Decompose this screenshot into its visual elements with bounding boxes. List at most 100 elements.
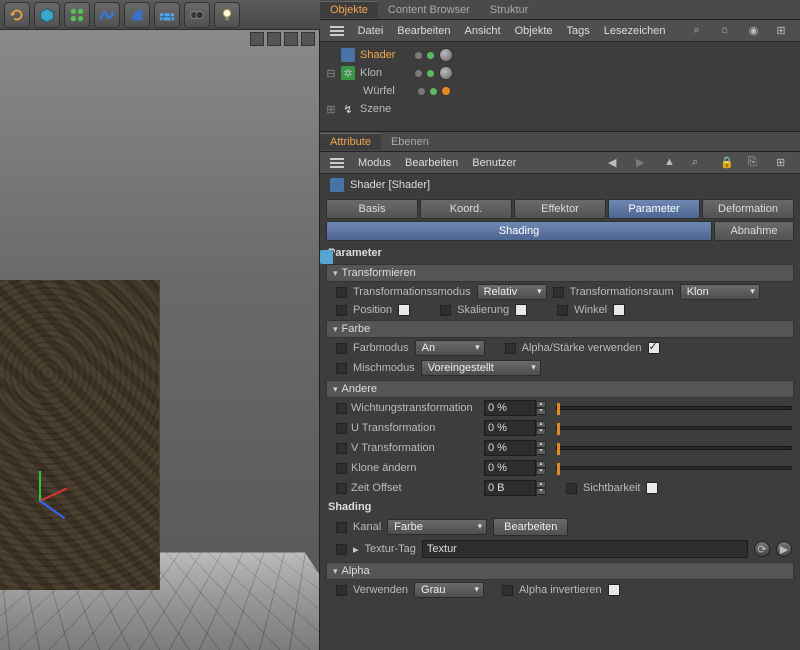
visibility-dot[interactable] [415, 70, 422, 77]
nav-back-icon[interactable]: ◀ [608, 156, 622, 170]
group-andere[interactable]: Andere [326, 380, 794, 398]
viewport[interactable] [0, 30, 320, 650]
menu-datei[interactable]: Datei [358, 25, 384, 37]
tree-item-szene[interactable]: ⊞ ↯ Szene [326, 100, 794, 118]
checkbox-sicht[interactable] [646, 482, 658, 494]
viewport-ctrl-icon[interactable] [250, 32, 264, 46]
spinner-down-icon[interactable]: ▾ [536, 428, 546, 435]
deformer-icon[interactable] [94, 2, 120, 28]
axis-gizmo[interactable] [10, 470, 70, 530]
cube-primitive-icon[interactable] [34, 2, 60, 28]
anim-dot[interactable] [566, 483, 577, 494]
anim-dot[interactable] [336, 585, 347, 596]
slider-handle[interactable] [557, 463, 560, 475]
anim-dot[interactable] [336, 522, 347, 533]
checkbox-skalierung[interactable] [515, 304, 527, 316]
viewport-ctrl-icon[interactable] [267, 32, 281, 46]
menu-tags[interactable]: Tags [567, 25, 590, 37]
select-transmodus[interactable]: Relativ [477, 284, 547, 300]
input-number[interactable]: ▴▾ [484, 420, 546, 436]
nav-up-icon[interactable]: ▲ [664, 156, 678, 170]
array-icon[interactable] [64, 2, 90, 28]
goto-icon[interactable]: ▶ [776, 541, 792, 557]
anim-dot[interactable] [505, 343, 516, 354]
anim-dot[interactable] [336, 443, 347, 454]
undo-icon[interactable] [4, 2, 30, 28]
mode-shading[interactable]: Shading [326, 221, 712, 241]
visibility-dot[interactable] [415, 52, 422, 59]
anim-dot[interactable] [336, 305, 347, 316]
camera-icon[interactable] [184, 2, 210, 28]
input-textur-tag[interactable] [422, 540, 748, 558]
anim-dot[interactable] [336, 423, 347, 434]
input-zeit[interactable]: ▴▾ [484, 480, 546, 496]
hamburger-icon[interactable] [330, 158, 344, 168]
checkbox-winkel[interactable] [613, 304, 625, 316]
tab-objekte[interactable]: Objekte [320, 1, 378, 18]
mode-deformation[interactable]: Deformation [702, 199, 794, 219]
anim-dot[interactable] [336, 343, 347, 354]
material-swatch-icon[interactable] [439, 48, 453, 62]
anim-dot[interactable] [557, 305, 568, 316]
mode-parameter[interactable]: Parameter [608, 199, 700, 219]
tab-attribute[interactable]: Attribute [320, 133, 381, 150]
render-dot[interactable] [427, 70, 434, 77]
render-dot[interactable] [427, 52, 434, 59]
tree-item-klon[interactable]: ⊟ ✲ Klon [326, 64, 794, 82]
tab-content-browser[interactable]: Content Browser [378, 2, 480, 18]
slider-track[interactable] [556, 426, 792, 430]
spinner-up-icon[interactable]: ▴ [536, 461, 546, 468]
anim-dot[interactable] [502, 585, 513, 596]
slider-track[interactable] [556, 446, 792, 450]
search-icon[interactable]: ⌕ [692, 156, 706, 170]
render-dot[interactable] [430, 88, 437, 95]
button-bearbeiten[interactable]: Bearbeiten [493, 518, 568, 536]
group-transformieren[interactable]: Transformieren [326, 264, 794, 282]
phong-tag-icon[interactable] [442, 87, 450, 95]
menu-objekte[interactable]: Objekte [515, 25, 553, 37]
mode-effektor[interactable]: Effektor [514, 199, 606, 219]
menu-benutzer[interactable]: Benutzer [472, 157, 516, 169]
checkbox-position[interactable] [398, 304, 410, 316]
checkbox-alpha-invert[interactable] [608, 584, 620, 596]
hamburger-icon[interactable] [330, 26, 344, 36]
light-icon[interactable] [214, 2, 240, 28]
tree-item-shader[interactable]: Shader [326, 46, 794, 64]
viewport-ctrl-icon[interactable] [284, 32, 298, 46]
viewport-object-cube[interactable] [0, 280, 160, 590]
menu-modus[interactable]: Modus [358, 157, 391, 169]
mode-abnahme[interactable]: Abnahme [714, 221, 794, 241]
home-icon[interactable]: ⌂ [721, 24, 735, 38]
lock-icon[interactable]: 🔒 [720, 156, 734, 170]
select-farbmodus[interactable]: An [415, 340, 485, 356]
mode-basis[interactable]: Basis [326, 199, 418, 219]
select-mischmodus[interactable]: Voreingestellt [421, 360, 541, 376]
link-icon[interactable]: ⟳ [754, 541, 770, 557]
nav-fwd-icon[interactable]: ▶ [636, 156, 650, 170]
slider-handle[interactable] [557, 403, 560, 415]
spinner-up-icon[interactable]: ▴ [536, 441, 546, 448]
spinner-up-icon[interactable]: ▴ [536, 401, 546, 408]
eye-icon[interactable]: ◉ [749, 24, 763, 38]
group-alpha[interactable]: Alpha [326, 562, 794, 580]
expand-icon[interactable]: ⊞ [776, 24, 790, 38]
floor-icon[interactable] [154, 2, 180, 28]
input-number[interactable]: ▴▾ [484, 460, 546, 476]
material-swatch-icon[interactable] [439, 66, 453, 80]
anim-dot[interactable] [553, 287, 564, 298]
input-number[interactable]: ▴▾ [484, 400, 546, 416]
expand-icon[interactable]: ⊞ [776, 156, 790, 170]
spinner-down-icon[interactable]: ▾ [536, 488, 546, 495]
menu-bearbeiten[interactable]: Bearbeiten [405, 157, 458, 169]
spinner-up-icon[interactable]: ▴ [536, 421, 546, 428]
tab-ebenen[interactable]: Ebenen [381, 134, 439, 150]
expander-icon[interactable]: ⊞ [326, 103, 336, 116]
tree-item-wuerfel[interactable]: Würfel [326, 82, 794, 100]
menu-lesezeichen[interactable]: Lesezeichen [604, 25, 666, 37]
anim-dot[interactable] [336, 483, 347, 494]
anim-dot[interactable] [336, 287, 347, 298]
anim-dot[interactable] [336, 463, 347, 474]
spinner-down-icon[interactable]: ▾ [536, 468, 546, 475]
new-icon[interactable]: ⎘ [748, 156, 762, 170]
select-transraum[interactable]: Klon [680, 284, 760, 300]
